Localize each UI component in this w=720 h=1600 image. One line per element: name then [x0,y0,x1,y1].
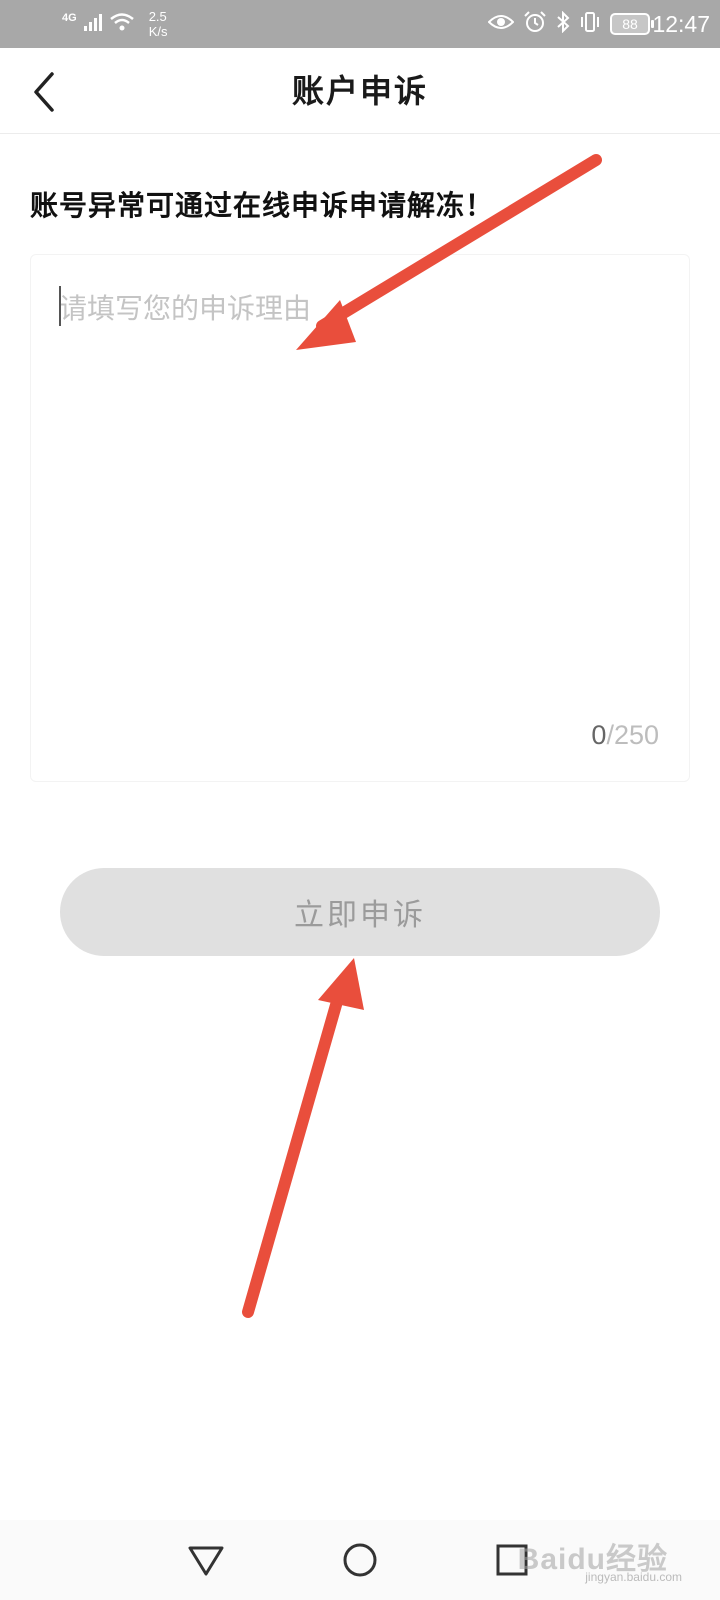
appeal-reason-box: 0/250 [30,254,690,782]
battery-icon: 88 [610,13,654,35]
clock: 12:47 [652,11,710,37]
network-type: 4G [62,12,77,24]
bluetooth-icon [556,10,570,38]
arrow-to-button-icon [242,958,364,1318]
alarm-icon [523,10,547,38]
text-cursor [59,286,61,326]
char-counter: 0/250 [591,720,659,751]
header-bar: 账户申诉 [0,48,720,134]
annotation-arrows [242,154,602,1318]
appeal-reason-input[interactable] [59,287,659,687]
speed-unit: K/s [148,24,168,39]
nav-back-button[interactable] [184,1538,228,1582]
submit-appeal-button[interactable]: 立即申诉 [60,868,660,956]
speed-value: 2.5 [148,9,167,24]
status-right: 88 [487,0,654,48]
wifi-icon [109,12,135,37]
network-speed: 2.5 K/s [149,9,168,39]
circle-home-icon [343,1543,377,1577]
notice-text: 账号异常可通过在线申诉申请解冻！ [30,189,495,222]
battery-level: 88 [622,16,638,32]
char-limit: /250 [606,720,659,750]
signal-icon [83,12,103,37]
page-title: 账户申诉 [291,72,428,110]
eye-icon [487,13,515,36]
nav-home-button[interactable] [338,1538,382,1582]
vibrate-icon [579,11,601,38]
char-count: 0 [591,720,607,750]
triangle-back-icon [188,1546,224,1576]
status-left: 4G 2.5 K/s [62,0,167,48]
watermark-url: jingyan.baidu.com [585,1570,682,1584]
status-bar: 4G 2.5 K/s 88 12:47 [0,0,720,48]
